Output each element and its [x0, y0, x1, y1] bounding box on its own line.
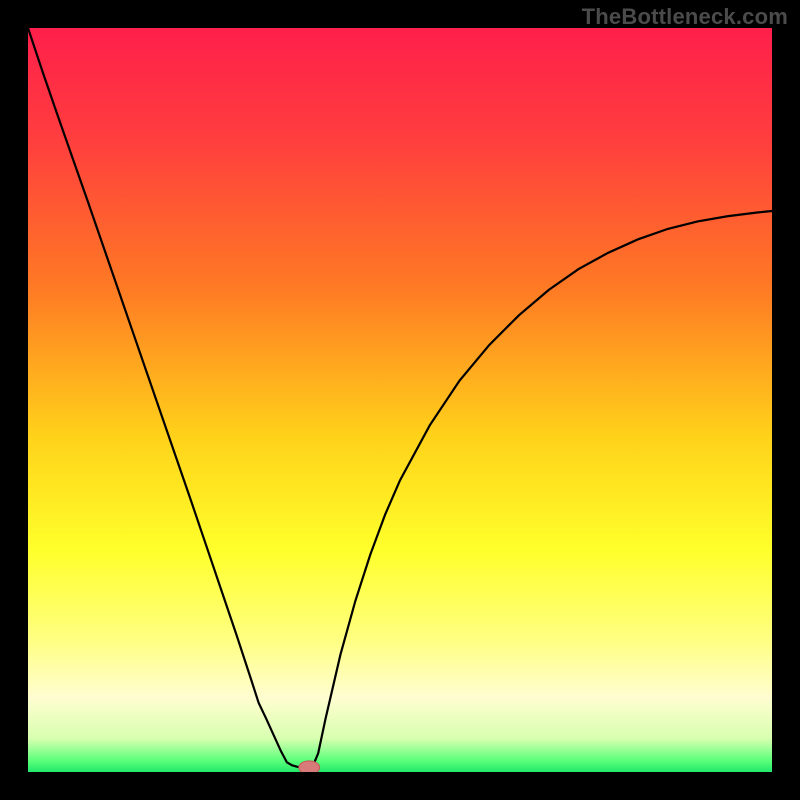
- bottleneck-chart: [28, 28, 772, 772]
- chart-frame: TheBottleneck.com: [0, 0, 800, 800]
- minimum-marker: [299, 761, 320, 772]
- watermark-text: TheBottleneck.com: [582, 4, 788, 30]
- gradient-background: [28, 28, 772, 772]
- plot-area: [28, 28, 772, 772]
